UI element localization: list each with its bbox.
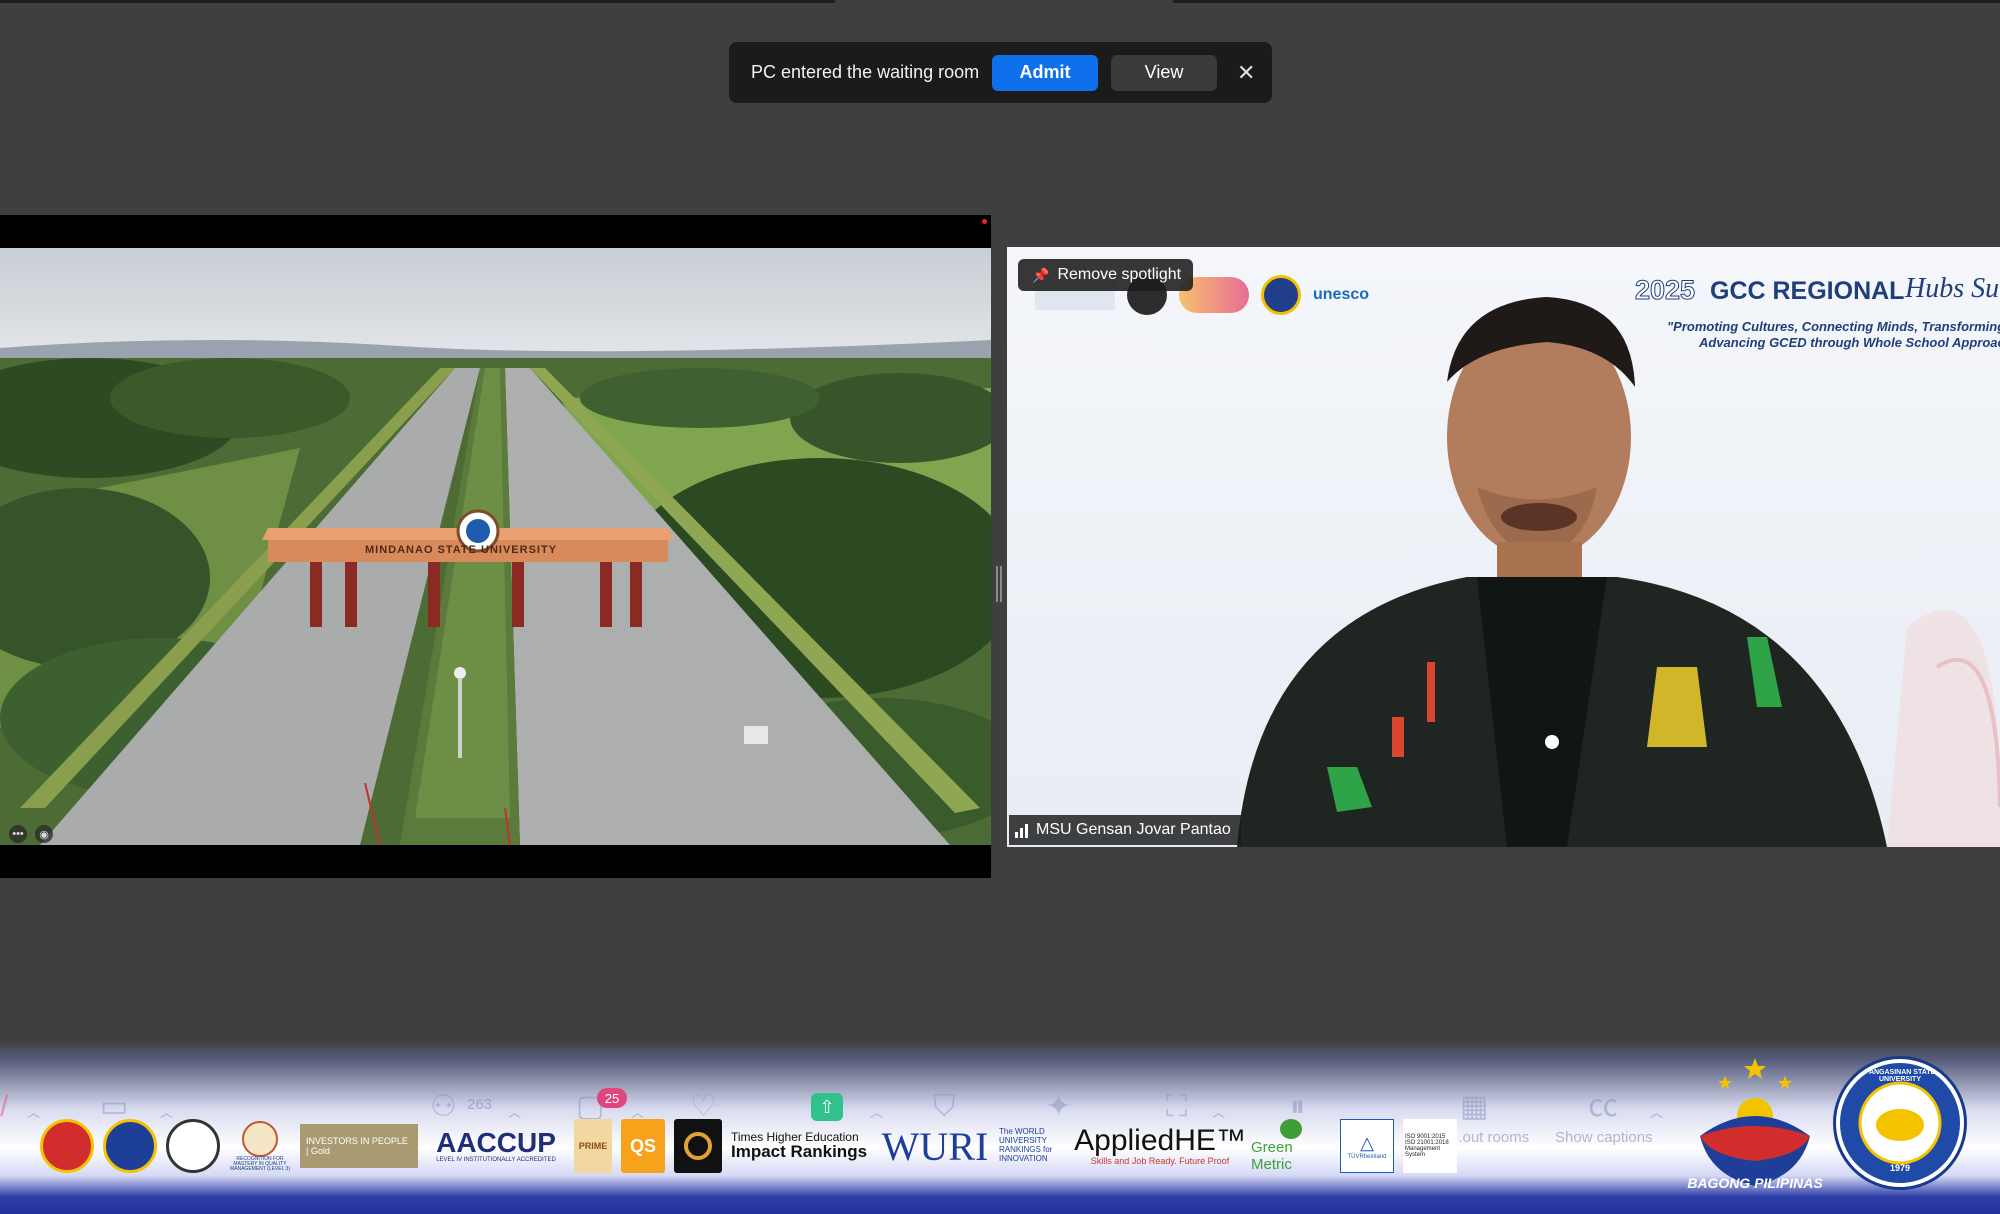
captions-icon: ㏄ [1588, 1090, 1618, 1123]
participant-name-tag: MSU Gensan Jovar Pantao [1009, 815, 1241, 845]
bagong-pilipinas-label: BAGONG PILIPINAS [1687, 1175, 1823, 1191]
top-bar-segment-right [1173, 0, 2000, 3]
remove-spotlight-label: Remove spotlight [1057, 266, 1182, 283]
breakout-rooms-button[interactable]: ▦ [1460, 1092, 1488, 1122]
the-impact-logo-icon [674, 1119, 722, 1173]
slide-title: GCC REGIONAL [1710, 277, 1905, 305]
signal-strength-icon [1015, 822, 1028, 838]
slide-tagline-1: "Promoting Cultures, Connecting Minds, T… [1667, 319, 2000, 334]
psu-seal-icon: PANGASINAN STATE UNIVERSITY 1979 [1836, 1059, 1964, 1187]
close-icon[interactable]: ✕ [1237, 60, 1255, 86]
psu-seal-year: 1979 [1889, 1163, 1911, 1173]
recognition-badge-icon [242, 1120, 278, 1157]
gate-sign-text: MINDANAO STATE UNIVERSITY [365, 544, 558, 556]
tuv-triangle-icon: △ [1360, 1132, 1374, 1153]
tile-resize-handle[interactable] [996, 566, 1002, 602]
view-button[interactable]: View [1111, 54, 1217, 91]
campus-aerial-video: MINDANAO STATE UNIVERSITY [0, 248, 991, 845]
wuri-logo: WURI [881, 1123, 989, 1169]
recording-indicator-icon [982, 219, 987, 224]
accreditation-banner: RECOGNITION FOR MASTERY IN QUALITY MANAG… [40, 1117, 1457, 1175]
university-seal-icon [1261, 275, 1301, 315]
remove-spotlight-button[interactable]: 📌 Remove spotlight [1018, 259, 1194, 291]
audio-icon[interactable]: ◉ [35, 825, 53, 843]
slide-year: 2025 [1634, 275, 1696, 306]
notification-message: PC entered the waiting room [751, 62, 980, 82]
captions-button[interactable]: ㏄ [1588, 1092, 1618, 1122]
ched-seal-icon [103, 1119, 157, 1173]
psu-seal-text: PANGASINAN STATE UNIVERSITY [1864, 1069, 1936, 1083]
recognition-logo: RECOGNITION FOR MASTERY IN QUALITY MANAG… [229, 1119, 291, 1173]
video-tile-speaker[interactable]: unesco 2025 GCC REGIONAL Hubs Su "Promot… [1007, 247, 2000, 847]
captions-label: Show captions [1555, 1129, 1653, 1146]
captions-options-caret-icon[interactable]: ︿ [1650, 1102, 1663, 1121]
tuv-logo: △ TÜVRheinland [1340, 1119, 1394, 1173]
mute-button[interactable]: / [0, 1092, 8, 1122]
chat-unread-badge: 25 [597, 1088, 627, 1108]
pin-icon: 📌 [1032, 266, 1050, 283]
breakout-rooms-icon: ▦ [1460, 1090, 1489, 1123]
breakout-rooms-label: ...out rooms [1450, 1129, 1530, 1146]
tile-controls: ••• ◉ [9, 825, 53, 843]
share-icon: ⇧ [819, 1096, 835, 1117]
the-impact-rankings-logo: Times Higher Education Impact Rankings [731, 1129, 868, 1162]
slide-script-title: Hubs Su [1905, 273, 2000, 304]
aaccup-logo: AACCUP LEVEL IV INSTITUTIONALLY ACCREDIT… [436, 1127, 556, 1164]
participants-count: 263 [467, 1096, 493, 1113]
unesco-logo: unesco [1313, 286, 1370, 303]
wuri-caption: The WORLD UNIVERSITY RANKINGS for INNOVA… [999, 1127, 1053, 1163]
waiting-room-notification: PC entered the waiting room Admit View ✕ [729, 42, 1272, 103]
slide-tagline-2: Advancing GCED through Whole School Appr… [1699, 335, 2000, 350]
iso-certification-text: ISO 9001:2015 ISO 21001:2018 Management … [1403, 1119, 1457, 1173]
audio-options-caret-icon[interactable]: ︿ [27, 1102, 40, 1121]
mute-icon: / [0, 1090, 9, 1123]
asean-logo-icon [40, 1119, 94, 1173]
government-seal-icon [166, 1119, 220, 1173]
participant-name: MSU Gensan Jovar Pantao [1036, 821, 1231, 838]
globe-icon [1280, 1119, 1302, 1139]
investors-in-people-logo: INVESTORS IN PEOPLE | Gold [300, 1124, 418, 1168]
prime-logo: PRIME [574, 1119, 612, 1173]
qs-logo: QS [621, 1119, 665, 1173]
top-bar-segment-left [0, 0, 835, 3]
ui-greenmetric-logo: Green Metric [1251, 1119, 1331, 1173]
appliedhe-logo: AppliedHE™ Skills and Job Ready. Future … [1074, 1124, 1246, 1167]
more-options-icon[interactable]: ••• [9, 825, 27, 843]
video-tile-shared-scene[interactable]: MINDANAO STATE UNIVERSITY ••• ◉ [0, 215, 991, 878]
admit-button[interactable]: Admit [992, 54, 1098, 91]
